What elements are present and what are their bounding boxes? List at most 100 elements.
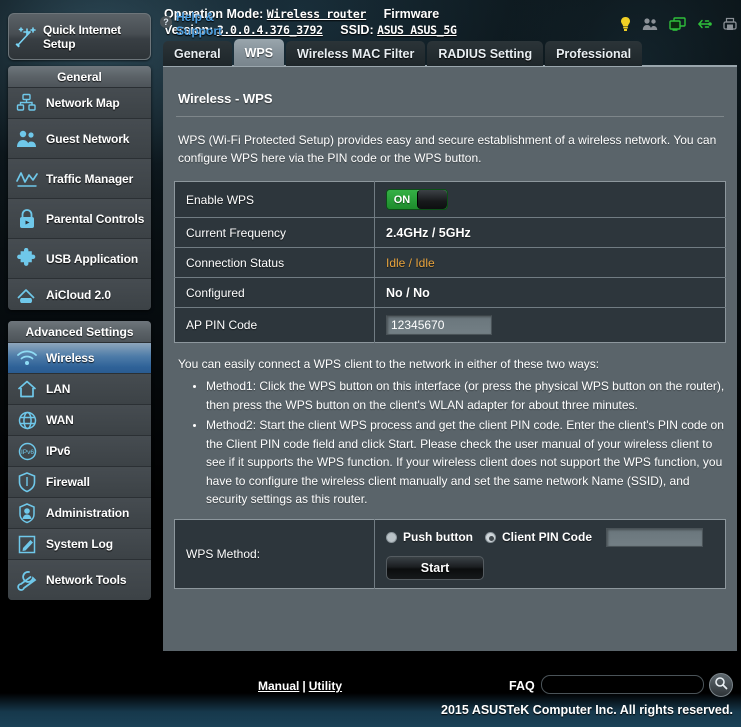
sidebar-label: USB Application (46, 251, 139, 266)
sidebar-label: Firewall (46, 475, 90, 489)
row-value-enable-wps: ON (375, 182, 726, 218)
sidebar-item-firewall[interactable]: Firewall (8, 467, 151, 498)
usb-icon[interactable] (696, 17, 713, 31)
sidebar-label: AiCloud 2.0 (46, 287, 111, 302)
magnifier-icon (714, 676, 728, 695)
tab-wps[interactable]: WPS (233, 39, 285, 66)
wifi-icon (8, 349, 46, 367)
client-pin-label[interactable]: Client PIN Code (502, 530, 592, 544)
ipv6-icon: IPv6 (8, 441, 46, 462)
status-icon-tray (619, 16, 737, 32)
printer-icon[interactable] (723, 17, 737, 32)
puzzle-icon (8, 247, 46, 270)
ap-pin-code-input[interactable] (386, 315, 492, 335)
table-row: WPS Method: Push button Client PIN Code … (174, 519, 726, 588)
link-separator: | (302, 679, 306, 693)
sidebar-label: WAN (46, 413, 74, 427)
home-icon (8, 379, 46, 399)
quick-internet-setup-button[interactable]: Quick Internet Setup (8, 13, 151, 60)
sidebar-item-network-tools[interactable]: Network Tools (8, 560, 151, 600)
help-support-label: Help & Support (176, 10, 222, 38)
cloud-home-icon (8, 285, 46, 305)
manual-link[interactable]: Manual (258, 679, 299, 693)
pencil-note-icon (8, 534, 46, 555)
guest-users-icon[interactable] (642, 17, 659, 31)
table-row: Connection Status Idle / Idle (174, 247, 726, 278)
title-divider (176, 116, 724, 117)
sidebar-label: Guest Network (46, 131, 130, 146)
alert-bulb-icon[interactable] (619, 16, 632, 32)
wps-method-label: WPS Method: (174, 519, 375, 588)
client-pin-radio[interactable] (484, 531, 496, 543)
row-value-current-frequency: 2.4GHz / 5GHz (386, 225, 471, 240)
sidebar: Quick Internet Setup General Network Map (0, 0, 158, 660)
sidebar-label: IPv6 (46, 444, 71, 458)
faq-search-input[interactable] (541, 675, 704, 694)
row-value-ap-pin-code (375, 308, 726, 343)
question-mark-icon: ? (160, 16, 172, 28)
user-icon (8, 502, 46, 524)
help-support-link[interactable]: ? Help & Support (160, 10, 238, 38)
sidebar-item-guest-network[interactable]: Guest Network (8, 119, 151, 159)
sidebar-item-administration[interactable]: Administration (8, 498, 151, 529)
wps-method-table: WPS Method: Push button Client PIN Code … (174, 518, 726, 589)
tab-bar: General WPS Wireless MAC Filter RADIUS S… (163, 39, 644, 66)
start-button[interactable]: Start (386, 555, 484, 580)
svg-text:IPv6: IPv6 (20, 449, 33, 456)
row-value-configured: No / No (386, 285, 430, 300)
sidebar-item-usb-application[interactable]: USB Application (8, 239, 151, 279)
table-row: Configured No / No (174, 277, 726, 308)
wps-method-radio-group: Push button Client PIN Code (386, 527, 714, 547)
sidebar-label: Network Map (46, 96, 120, 110)
page-intro-text: WPS (Wi-Fi Protected Setup) provides eas… (178, 133, 717, 165)
table-row: Current Frequency 2.4GHz / 5GHz (174, 217, 726, 248)
sidebar-group-general: General Network Map Guest Network Traffi… (8, 66, 151, 310)
sidebar-label: System Log (46, 537, 114, 551)
row-label-connection-status: Connection Status (174, 247, 375, 278)
list-item: Method2: Start the client WPS process an… (206, 416, 726, 509)
wand-icon (9, 24, 43, 50)
row-label-ap-pin-code: AP PIN Code (174, 307, 375, 343)
sidebar-item-wireless[interactable]: Wireless (8, 343, 151, 374)
globe-icon (8, 410, 46, 431)
wrench-icon (8, 569, 46, 591)
sidebar-item-lan[interactable]: LAN (8, 374, 151, 405)
push-button-radio[interactable] (386, 531, 397, 543)
enable-wps-toggle[interactable]: ON (386, 189, 448, 210)
sidebar-item-aicloud[interactable]: AiCloud 2.0 (8, 279, 151, 310)
lock-icon (8, 208, 46, 230)
row-value-connection-status: Idle / Idle (386, 255, 435, 270)
sidebar-group-advanced: Advanced Settings Wireless LAN WAN IPv6 … (8, 321, 151, 600)
push-button-label[interactable]: Push button (403, 530, 473, 544)
faq-search-button[interactable] (709, 673, 733, 697)
copyright-text: 2015 ASUSTeK Computer Inc. All rights re… (441, 703, 733, 717)
top-status-bar: Operation Mode: Wireless router Firmware… (164, 6, 739, 40)
faq-label: FAQ (509, 679, 535, 693)
utility-link[interactable]: Utility (309, 679, 342, 693)
wps-settings-table: Enable WPS ON Current Frequency 2.4GHz /… (174, 181, 726, 343)
client-pin-input[interactable] (606, 527, 703, 547)
sidebar-item-wan[interactable]: WAN (8, 405, 151, 436)
sidebar-item-traffic-manager[interactable]: Traffic Manager (8, 159, 151, 199)
tab-general[interactable]: General (163, 41, 232, 66)
tab-radius-setting[interactable]: RADIUS Setting (427, 41, 544, 66)
sidebar-label: Traffic Manager (46, 171, 134, 186)
sidebar-item-ipv6[interactable]: IPv6 IPv6 (8, 436, 151, 467)
sidebar-label: LAN (46, 382, 71, 396)
toggle-on-label: ON (387, 190, 417, 209)
quick-internet-setup-label: Quick Internet Setup (42, 22, 121, 51)
table-row: AP PIN Code (174, 307, 726, 343)
clients-monitor-icon[interactable] (669, 16, 686, 32)
sidebar-item-network-map[interactable]: Network Map (8, 88, 151, 119)
table-row: Enable WPS ON (174, 181, 726, 218)
sidebar-label: Administration (46, 506, 130, 520)
sidebar-item-system-log[interactable]: System Log (8, 529, 151, 560)
sidebar-label: Parental Controls (46, 211, 145, 226)
content-panel: Wireless - WPS WPS (Wi-Fi Protected Setu… (163, 65, 737, 651)
tab-professional[interactable]: Professional (545, 41, 643, 66)
tab-wireless-mac-filter[interactable]: Wireless MAC Filter (286, 41, 426, 66)
network-map-icon (8, 93, 46, 113)
footer-links: Manual | Utility (258, 679, 342, 693)
sidebar-item-parental-controls[interactable]: Parental Controls (8, 199, 151, 239)
operation-mode-value[interactable]: Wireless router (267, 7, 367, 21)
